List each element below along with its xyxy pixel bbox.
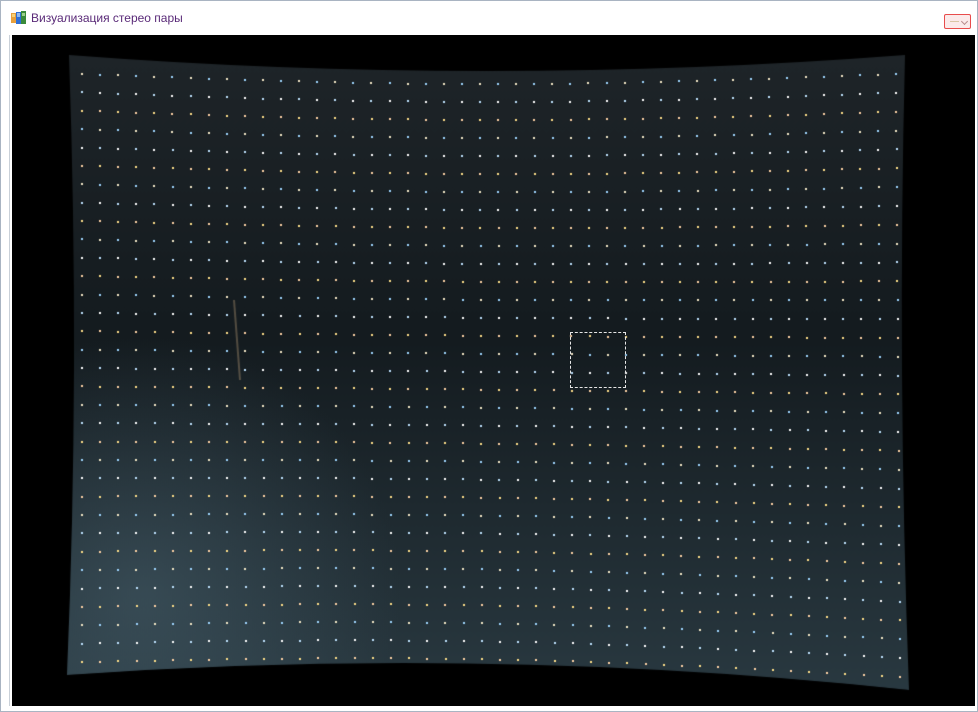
minimize-icon: [950, 21, 959, 22]
window-title: Визуализация стерео пары: [31, 11, 183, 25]
app-window: Визуализация стерео пары: [0, 0, 978, 712]
window-border: [9, 35, 10, 706]
calibration-board-image: [12, 35, 975, 706]
chevron-down-icon: [960, 17, 969, 26]
selection-rectangle[interactable]: [570, 332, 626, 388]
minimize-button[interactable]: [944, 14, 971, 29]
stereo-pair-viewer[interactable]: [12, 35, 975, 706]
book-icon: [11, 11, 27, 25]
title-bar[interactable]: Визуализация стерео пары: [1, 1, 977, 33]
